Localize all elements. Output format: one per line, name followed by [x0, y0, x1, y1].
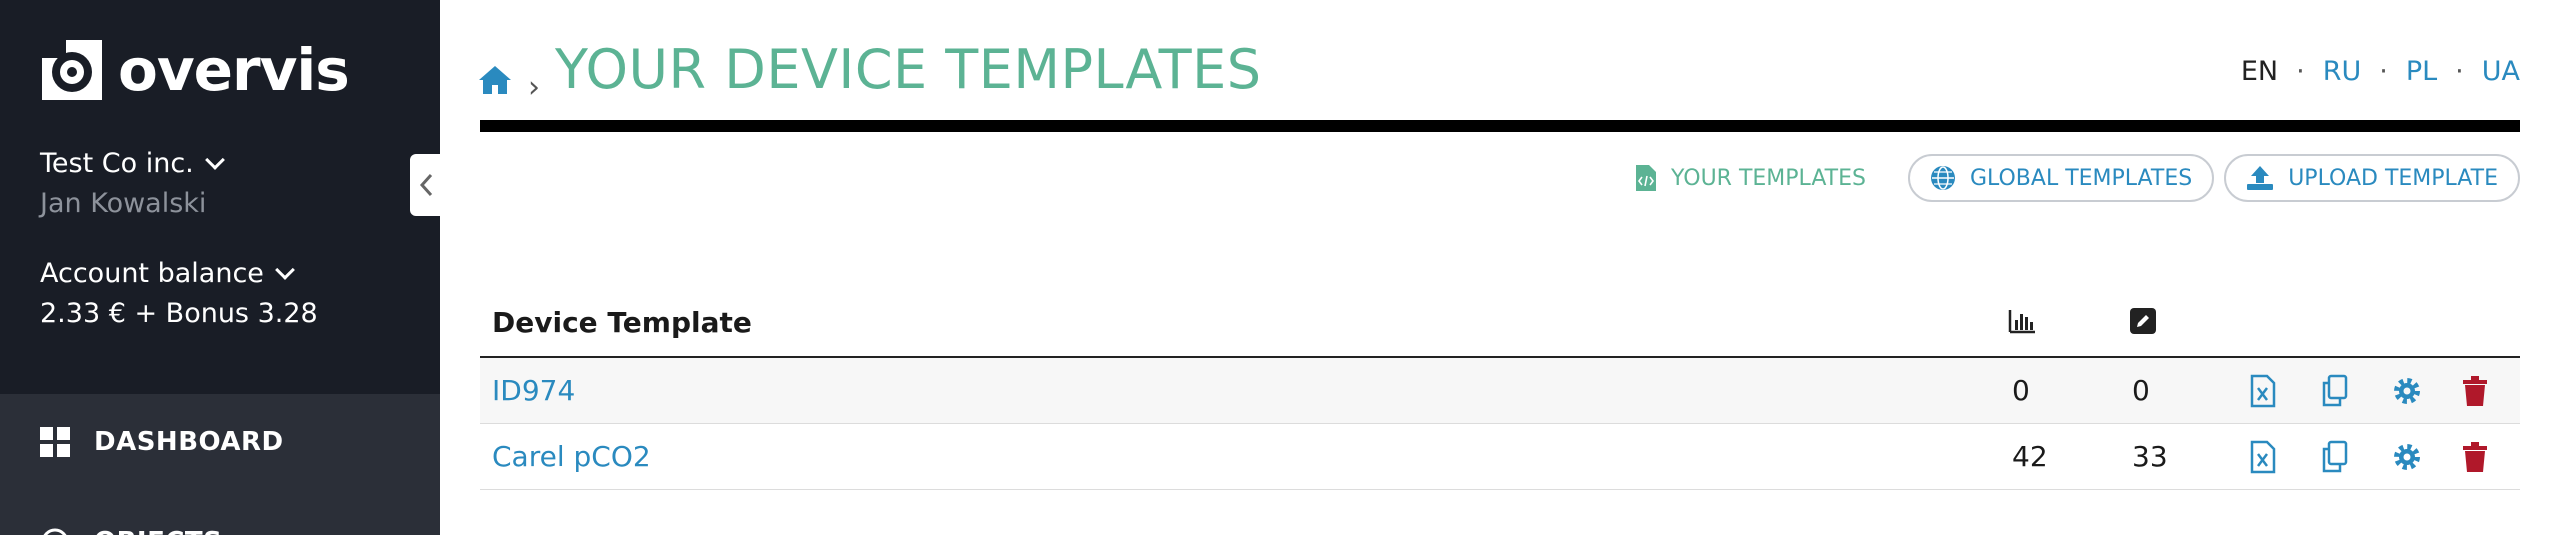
- template-name-link[interactable]: Carel pCO2: [492, 440, 651, 473]
- globe-icon: [1930, 166, 1955, 190]
- lang-separator: ·: [2379, 56, 2388, 87]
- tab-label: YOUR TEMPLATES: [1671, 165, 1866, 191]
- company-selector[interactable]: Test Co inc.: [40, 148, 225, 179]
- export-excel-icon[interactable]: [2248, 374, 2278, 408]
- template-count-1: 0: [2012, 374, 2030, 407]
- title-divider: [480, 120, 2520, 132]
- chevron-left-icon: [419, 173, 433, 197]
- edit-icon: [2130, 308, 2156, 334]
- chevron-down-icon: [275, 259, 295, 280]
- nav-item-objects[interactable]: OBJECTS: [0, 490, 440, 535]
- tab-global-templates[interactable]: GLOBAL TEMPLATES: [1907, 154, 2215, 202]
- tab-label: GLOBAL TEMPLATES: [1969, 165, 2193, 191]
- logo[interactable]: overvis: [40, 36, 350, 104]
- template-count-2: 0: [2132, 374, 2150, 407]
- account-balance-toggle[interactable]: Account balance: [40, 258, 295, 289]
- copy-icon[interactable]: [2320, 374, 2350, 408]
- template-count-1: 42: [2012, 440, 2048, 473]
- gear-icon[interactable]: [2392, 440, 2422, 474]
- home-icon[interactable]: [478, 64, 512, 96]
- account-balance-value: 2.33 € + Bonus 3.28: [40, 298, 318, 329]
- lang-ua[interactable]: UA: [2482, 56, 2520, 87]
- brand-name: overvis: [118, 36, 350, 104]
- language-switcher: EN · RU · PL · UA: [2241, 56, 2520, 87]
- template-name-link[interactable]: ID974: [492, 374, 575, 407]
- trash-icon[interactable]: [2460, 440, 2490, 474]
- nav-item-dashboard[interactable]: DASHBOARD: [0, 394, 440, 490]
- lang-separator: ·: [2455, 56, 2464, 87]
- trash-icon[interactable]: [2460, 374, 2490, 408]
- lang-separator: ·: [2296, 56, 2305, 87]
- table-row: Carel pCO2 42 33: [480, 424, 2520, 490]
- nav-item-label: DASHBOARD: [94, 427, 284, 457]
- user-name: Jan Kowalski: [40, 188, 207, 219]
- template-tabs: YOUR TEMPLATES GLOBAL TEMPLATES UPLOAD T…: [1615, 154, 2520, 202]
- copy-icon[interactable]: [2320, 440, 2350, 474]
- company-name: Test Co inc.: [40, 148, 194, 179]
- sidebar-collapse-button[interactable]: [410, 154, 442, 216]
- breadcrumb-separator: ›: [528, 70, 540, 105]
- account-balance-label: Account balance: [40, 258, 264, 289]
- column-header-device-template[interactable]: Device Template: [492, 306, 752, 339]
- template-count-2: 33: [2132, 440, 2168, 473]
- nav-item-label: OBJECTS: [94, 527, 222, 535]
- chevron-down-icon: [204, 149, 225, 170]
- bar-chart-icon: [2008, 310, 2035, 334]
- overvis-logo-icon: [42, 40, 102, 100]
- lang-en[interactable]: EN: [2241, 56, 2278, 87]
- sidebar: overvis Test Co inc. Jan Kowalski Accoun…: [0, 0, 440, 535]
- lang-pl[interactable]: PL: [2406, 56, 2437, 87]
- lang-ru[interactable]: RU: [2323, 56, 2362, 87]
- device-templates-table: Device Template ID974 0 0 Carel pCO2 42 …: [480, 296, 2520, 490]
- page-title: YOUR DEVICE TEMPLATES: [555, 38, 1262, 101]
- file-code-icon: [1636, 165, 1657, 191]
- dashboard-grid-icon: [40, 427, 70, 457]
- gear-icon[interactable]: [2392, 374, 2422, 408]
- table-row: ID974 0 0: [480, 358, 2520, 424]
- upload-icon: [2247, 166, 2274, 190]
- export-excel-icon[interactable]: [2248, 440, 2278, 474]
- tab-your-templates[interactable]: YOUR TEMPLATES: [1615, 154, 1886, 202]
- table-header: Device Template: [480, 296, 2520, 358]
- tab-label: UPLOAD TEMPLATE: [2288, 165, 2498, 191]
- upload-template-button[interactable]: UPLOAD TEMPLATE: [2224, 154, 2520, 202]
- objects-icon: [43, 528, 67, 535]
